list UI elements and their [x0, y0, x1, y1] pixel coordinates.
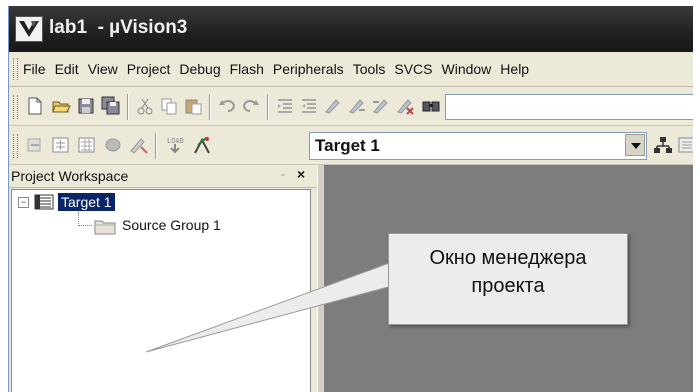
menu-bar: File Edit View Project Debug Flash Perip…	[9, 52, 700, 87]
callout-text: Окно менеджера проекта	[389, 244, 627, 300]
outdent-icon[interactable]	[299, 96, 319, 116]
toolbar-grip[interactable]	[13, 134, 18, 158]
toolbar-separator	[209, 94, 210, 120]
open-folder-icon[interactable]	[51, 96, 71, 116]
build-icon[interactable]	[51, 135, 71, 155]
title-bar[interactable]: lab1 - µVision3	[9, 6, 700, 52]
menu-file[interactable]: File	[23, 61, 46, 77]
new-file-icon[interactable]	[25, 96, 45, 116]
save-icon[interactable]	[76, 96, 96, 116]
toolbar-grip[interactable]	[13, 95, 18, 119]
pane-splitter[interactable]	[317, 165, 325, 392]
uvision-logo-icon[interactable]	[15, 16, 43, 42]
uvision-window: lab1 - µVision3 File Edit View Project D…	[8, 6, 700, 392]
options-icon[interactable]	[193, 135, 213, 155]
menubar-grip[interactable]	[13, 58, 18, 80]
target-select[interactable]: Target 1	[309, 132, 647, 160]
find-icon[interactable]	[421, 96, 441, 116]
find-input[interactable]	[445, 94, 700, 120]
callout-line-2: проекта	[471, 275, 545, 297]
callout-box: Окно менеджера проекта	[388, 233, 628, 325]
menu-view[interactable]: View	[88, 61, 118, 77]
tree-connector	[78, 212, 79, 226]
tree-item-source-group[interactable]: Source Group 1	[122, 217, 221, 233]
build-toolbar: LOAD Target 1	[9, 126, 700, 165]
copy-icon[interactable]	[159, 96, 179, 116]
menu-help[interactable]: Help	[500, 61, 529, 77]
target-icon	[34, 193, 54, 211]
menu-edit[interactable]: Edit	[55, 61, 79, 77]
menu-flash[interactable]: Flash	[230, 61, 264, 77]
redo-icon[interactable]	[241, 96, 261, 116]
toolbar-separator	[155, 133, 156, 159]
folder-icon	[94, 217, 116, 235]
project-workspace-pane: Project Workspace - × − Target 1 Source …	[9, 165, 317, 392]
pane-minimize-button[interactable]: -	[281, 167, 285, 181]
file-toolbar	[9, 87, 700, 126]
indent-icon[interactable]	[275, 96, 295, 116]
clear-bookmarks-icon[interactable]	[395, 96, 415, 116]
save-all-icon[interactable]	[101, 96, 121, 116]
bookmark-icon[interactable]	[323, 96, 343, 116]
chevron-down-icon[interactable]	[625, 134, 645, 156]
stop-build-icon[interactable]	[129, 135, 149, 155]
menu-window[interactable]: Window	[442, 61, 492, 77]
paste-icon[interactable]	[183, 96, 203, 116]
menu-peripherals[interactable]: Peripherals	[273, 61, 344, 77]
toolbar-separator	[267, 94, 268, 120]
pane-close-button[interactable]: ×	[297, 166, 305, 182]
target-select-value: Target 1	[315, 136, 380, 155]
batch-build-icon[interactable]	[103, 135, 123, 155]
project-tree: − Target 1 Source Group 1	[11, 189, 311, 392]
tree-item-target[interactable]: Target 1	[58, 193, 115, 211]
manage-components-icon[interactable]	[653, 135, 673, 155]
project-workspace-title: Project Workspace	[11, 168, 129, 184]
tree-expander-collapse[interactable]: −	[18, 197, 29, 208]
tree-connector	[78, 225, 92, 226]
callout-line-1: Окно менеджера	[429, 247, 587, 269]
svg-text:LOAD: LOAD	[167, 137, 184, 145]
menu-debug[interactable]: Debug	[179, 61, 220, 77]
page-right-strip	[693, 0, 700, 392]
translate-icon[interactable]	[25, 135, 45, 155]
menu-svcs[interactable]: SVCS	[394, 61, 432, 77]
menu-project[interactable]: Project	[127, 61, 171, 77]
toolbar-separator	[127, 94, 128, 120]
prev-bookmark-icon[interactable]	[371, 96, 391, 116]
next-bookmark-icon[interactable]	[347, 96, 367, 116]
download-icon[interactable]: LOAD	[165, 135, 185, 155]
project-workspace-header: Project Workspace - ×	[9, 165, 317, 188]
undo-icon[interactable]	[217, 96, 237, 116]
menu-tools[interactable]: Tools	[353, 61, 386, 77]
cut-icon[interactable]	[135, 96, 155, 116]
window-title: lab1 - µVision3	[49, 17, 188, 38]
rebuild-icon[interactable]	[77, 135, 97, 155]
